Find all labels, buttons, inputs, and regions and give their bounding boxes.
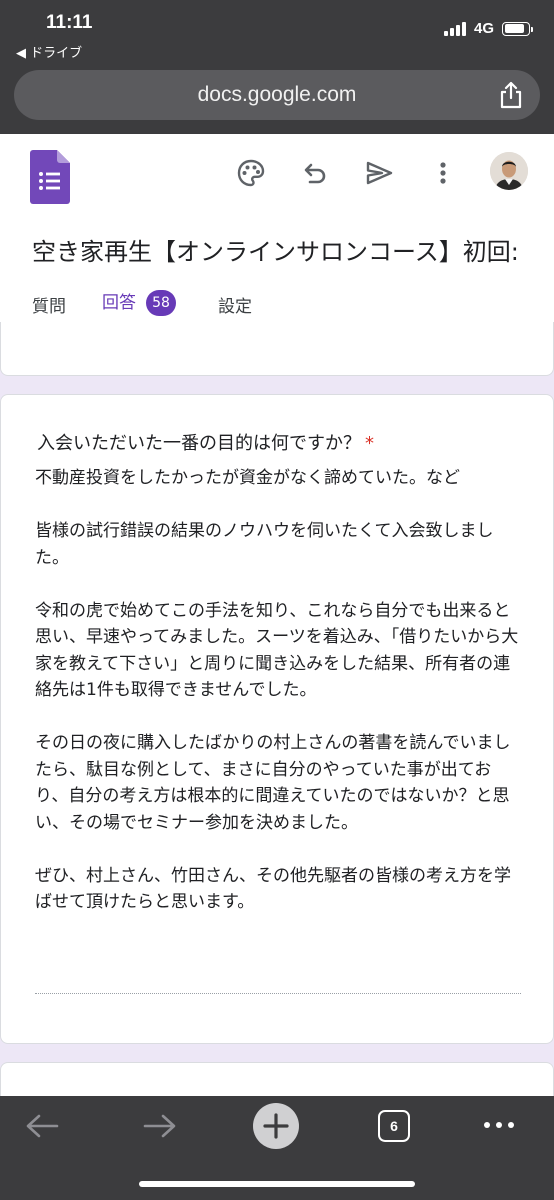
signal-icon — [443, 21, 466, 36]
palette-icon[interactable] — [234, 156, 268, 190]
tab-responses[interactable]: 回答 58 — [102, 288, 176, 324]
new-tab-plus-icon[interactable] — [253, 1103, 299, 1149]
undo-icon[interactable] — [298, 156, 332, 190]
back-arrow-icon[interactable] — [22, 1110, 62, 1142]
tabs-icon[interactable]: 6 — [378, 1110, 410, 1142]
response-card: 入会いただいた一番の目的は何ですか？ * 不動産投資をしたかったが資金がなく諦めて… — [0, 394, 554, 1044]
tab-questions-label: 質問 — [32, 297, 66, 317]
address-bar[interactable]: docs.google.com — [14, 70, 540, 120]
battery-icon — [502, 21, 533, 36]
back-to-app-link[interactable]: ◀ ドライブ — [16, 42, 82, 61]
tab-responses-label: 回答 — [102, 293, 136, 313]
more-vert-icon[interactable] — [426, 156, 460, 190]
answer-paragraph: ぜひ、村上さん、竹田さん、その他先駆者の皆様の考え方を学ばせて頂けたらと思います… — [35, 865, 511, 913]
required-mark: * — [365, 433, 374, 454]
more-icon[interactable] — [484, 1122, 514, 1128]
answer-paragraph: 不動産投資をしたかったが資金がなく諦めていた。など — [35, 468, 460, 488]
send-icon[interactable] — [362, 156, 396, 190]
answer-paragraph: その日の夜に購入したばかりの村上さんの著書を読んでいましたら、駄目な例として、ま… — [35, 733, 511, 833]
browser-toolbar: docs.google.com — [0, 66, 554, 134]
forms-header: 空き家再生【オンラインサロンコース】初回: 質問 回答 58 設定 — [0, 134, 554, 328]
network-type: 4G — [473, 20, 494, 37]
avatar[interactable] — [490, 152, 528, 190]
answer-underline — [35, 993, 521, 994]
tab-settings-label: 設定 — [218, 297, 252, 317]
share-icon[interactable] — [498, 81, 524, 109]
status-indicators: 4G — [443, 20, 533, 37]
answer-paragraph: 皆様の試行錯誤の結果のノウハウを伺いたくて入会致しました。 — [35, 521, 494, 568]
question-title: 入会いただいた一番の目的は何ですか？ * — [37, 429, 374, 455]
url-text[interactable]: docs.google.com — [14, 83, 540, 107]
previous-response-card — [0, 322, 554, 376]
header-actions — [0, 156, 554, 190]
account-avatar-icon — [490, 152, 528, 190]
question-text: 入会いただいた一番の目的は何ですか？ — [37, 433, 361, 454]
forward-arrow-icon[interactable] — [140, 1110, 180, 1142]
status-time: 11:11 — [46, 12, 93, 33]
answer-text: 不動産投資をしたかったが資金がなく諦めていた。など 皆様の試行錯誤の結果のノウハ… — [35, 465, 521, 916]
answer-paragraph: 令和の虎で始めてこの手法を知り、これなら自分でも出来ると思い、早速やってみました… — [35, 600, 519, 701]
browser-bottom-toolbar: 6 — [0, 1096, 554, 1200]
status-bar: 11:11 ◀ ドライブ 4G — [0, 0, 554, 66]
response-count-badge: 58 — [146, 290, 176, 316]
form-title: 空き家再生【オンラインサロンコース】初回: — [32, 238, 519, 266]
home-indicator — [139, 1181, 415, 1187]
